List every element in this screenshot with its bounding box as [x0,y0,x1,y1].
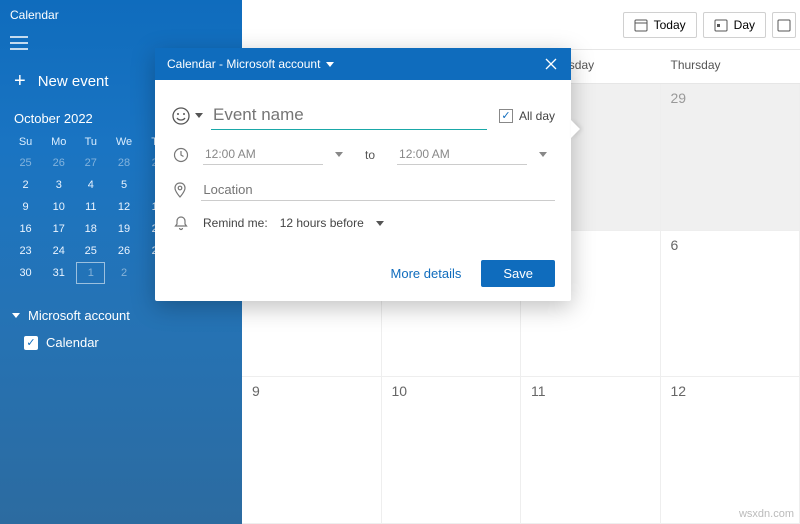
account-toggle[interactable]: Microsoft account [0,302,242,329]
chevron-down-icon [195,113,203,118]
mini-day[interactable]: 31 [41,262,76,284]
chevron-down-icon [12,313,20,318]
calendar-icon [777,18,791,32]
mini-day[interactable]: 11 [76,196,105,218]
start-time-input[interactable] [203,144,323,165]
more-view-button[interactable] [772,12,796,38]
chevron-down-icon[interactable] [539,152,547,157]
mini-day[interactable]: 16 [10,218,41,240]
emoji-picker-button[interactable] [171,106,203,126]
calendar-checkbox-label: Calendar [46,335,99,350]
to-label: to [355,148,385,162]
mini-day[interactable]: 9 [10,196,41,218]
popup-header: Calendar - Microsoft account [155,48,571,80]
mini-day[interactable]: 28 [105,152,143,174]
mini-day[interactable]: 17 [41,218,76,240]
calendar-today-icon [634,18,648,32]
checkbox-checked-icon: ✓ [499,109,513,123]
watermark: wsxdn.com [739,508,794,520]
location-icon [171,182,189,198]
mini-day[interactable]: 25 [76,240,105,262]
day-cell[interactable]: 11 [521,377,661,524]
save-button[interactable]: Save [481,260,555,287]
mini-day[interactable]: 2 [105,262,143,284]
day-header: Thursday [661,50,800,84]
toolbar: Today Day [242,0,800,50]
smiley-icon [171,106,191,126]
day-cell[interactable]: 6 [661,231,800,378]
mini-day[interactable]: 12 [105,196,143,218]
location-input[interactable] [201,179,555,201]
calendar-day-icon [714,18,728,32]
popup-pointer [571,120,580,138]
mini-day[interactable]: 10 [41,196,76,218]
checkbox-checked-icon: ✓ [24,336,38,350]
clock-icon [171,147,191,163]
mini-day[interactable]: 2 [10,174,41,196]
chevron-down-icon[interactable] [326,62,334,67]
mini-day[interactable]: 23 [10,240,41,262]
plus-icon: + [14,70,26,93]
mini-day[interactable]: 3 [41,174,76,196]
today-button[interactable]: Today [623,12,697,38]
mini-day[interactable]: 5 [105,174,143,196]
mini-day[interactable]: 1 [76,262,105,284]
mini-day[interactable]: 27 [76,152,105,174]
mini-day[interactable]: 25 [10,152,41,174]
day-cell[interactable]: 29 [661,84,800,231]
end-time-input[interactable] [397,144,527,165]
day-cell[interactable]: 9 [242,377,382,524]
mini-day[interactable]: 19 [105,218,143,240]
chevron-down-icon[interactable] [376,221,384,226]
remind-label: Remind me: [203,216,268,230]
day-cell[interactable]: 12 [661,377,800,524]
mini-day[interactable]: 4 [76,174,105,196]
quick-event-popup: Calendar - Microsoft account ✓ All day [155,48,571,301]
day-cell[interactable]: 10 [382,377,522,524]
day-view-button[interactable]: Day [703,12,766,38]
new-event-label: New event [38,73,109,90]
app-title: Calendar [0,0,242,30]
chevron-down-icon[interactable] [335,152,343,157]
event-name-input[interactable] [211,101,487,130]
more-details-button[interactable]: More details [385,260,468,287]
remind-value[interactable]: 12 hours before [280,216,364,230]
bell-icon [171,215,191,231]
calendar-checkbox-row[interactable]: ✓ Calendar [0,329,242,356]
mini-day[interactable]: 30 [10,262,41,284]
popup-title: Calendar - Microsoft account [167,57,320,71]
mini-day[interactable]: 18 [76,218,105,240]
mini-day[interactable]: 26 [105,240,143,262]
mini-day[interactable]: 24 [41,240,76,262]
close-button[interactable] [539,54,563,74]
all-day-checkbox[interactable]: ✓ All day [499,109,555,123]
mini-day[interactable]: 26 [41,152,76,174]
account-label: Microsoft account [28,308,130,323]
close-icon [545,58,557,70]
